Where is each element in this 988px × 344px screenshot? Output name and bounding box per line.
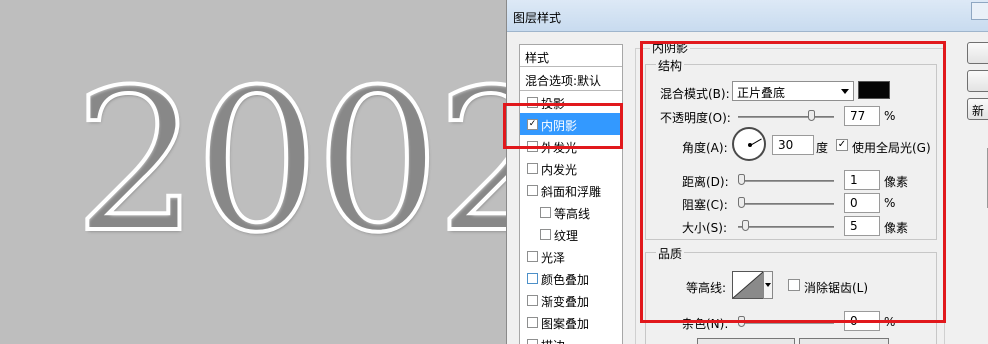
style-item-bevel-emboss[interactable]: 斜面和浮雕 [520,179,622,201]
highlight-box-settings [640,41,946,323]
style-item-inner-glow[interactable]: 内发光 [520,157,622,179]
checkbox-icon[interactable] [527,251,538,262]
dialog-titlebar[interactable]: 图层样式 [507,0,988,32]
document-canvas: 2002 [0,0,563,344]
style-item-gradient-overlay[interactable]: 渐变叠加 [520,289,622,311]
canvas-text-layer: 2002 [72,48,563,276]
new-style-label: 新 [972,104,985,118]
style-item-label: 斜面和浮雕 [541,185,602,199]
checkbox-icon[interactable] [527,339,538,344]
reset-default-button[interactable] [799,338,889,344]
blend-options-item[interactable]: 混合选项:默认 [520,67,622,91]
checkbox-icon[interactable] [527,273,538,284]
style-item-label: 光泽 [541,251,566,265]
cancel-button[interactable] [967,70,988,92]
checkbox-icon[interactable] [527,317,538,328]
styles-list: 样式 混合选项:默认 投影 ✓ 内阴影 外发光 内发光 斜面和浮雕 等高线 纹理 [519,44,623,344]
highlight-box-style-item [503,103,623,149]
style-item-label: 等高线 [554,207,591,221]
style-item-pattern-overlay[interactable]: 图案叠加 [520,311,622,333]
style-item-label: 颜色叠加 [541,273,590,287]
style-item-stroke[interactable]: 描边 [520,333,622,344]
style-item-contour[interactable]: 等高线 [520,201,622,223]
checkbox-icon[interactable] [540,207,551,218]
style-item-label: 纹理 [554,229,579,243]
styles-header[interactable]: 样式 [520,45,622,67]
style-item-label: 渐变叠加 [541,295,590,309]
ok-button[interactable] [967,42,988,64]
make-default-button[interactable] [697,338,795,344]
dialog-title: 图层样式 [513,11,562,25]
style-item-color-overlay[interactable]: 颜色叠加 [520,267,622,289]
checkbox-icon[interactable] [527,185,538,196]
style-item-satin[interactable]: 光泽 [520,245,622,267]
style-item-texture[interactable]: 纹理 [520,223,622,245]
new-style-button[interactable]: 新 [967,98,988,120]
style-item-label: 内发光 [541,163,578,177]
checkbox-icon[interactable] [527,295,538,306]
style-item-label: 描边 [541,339,565,344]
checkbox-icon[interactable] [527,163,538,174]
close-icon[interactable] [971,2,988,20]
style-item-label: 图案叠加 [541,317,590,331]
checkbox-icon[interactable] [540,229,551,240]
